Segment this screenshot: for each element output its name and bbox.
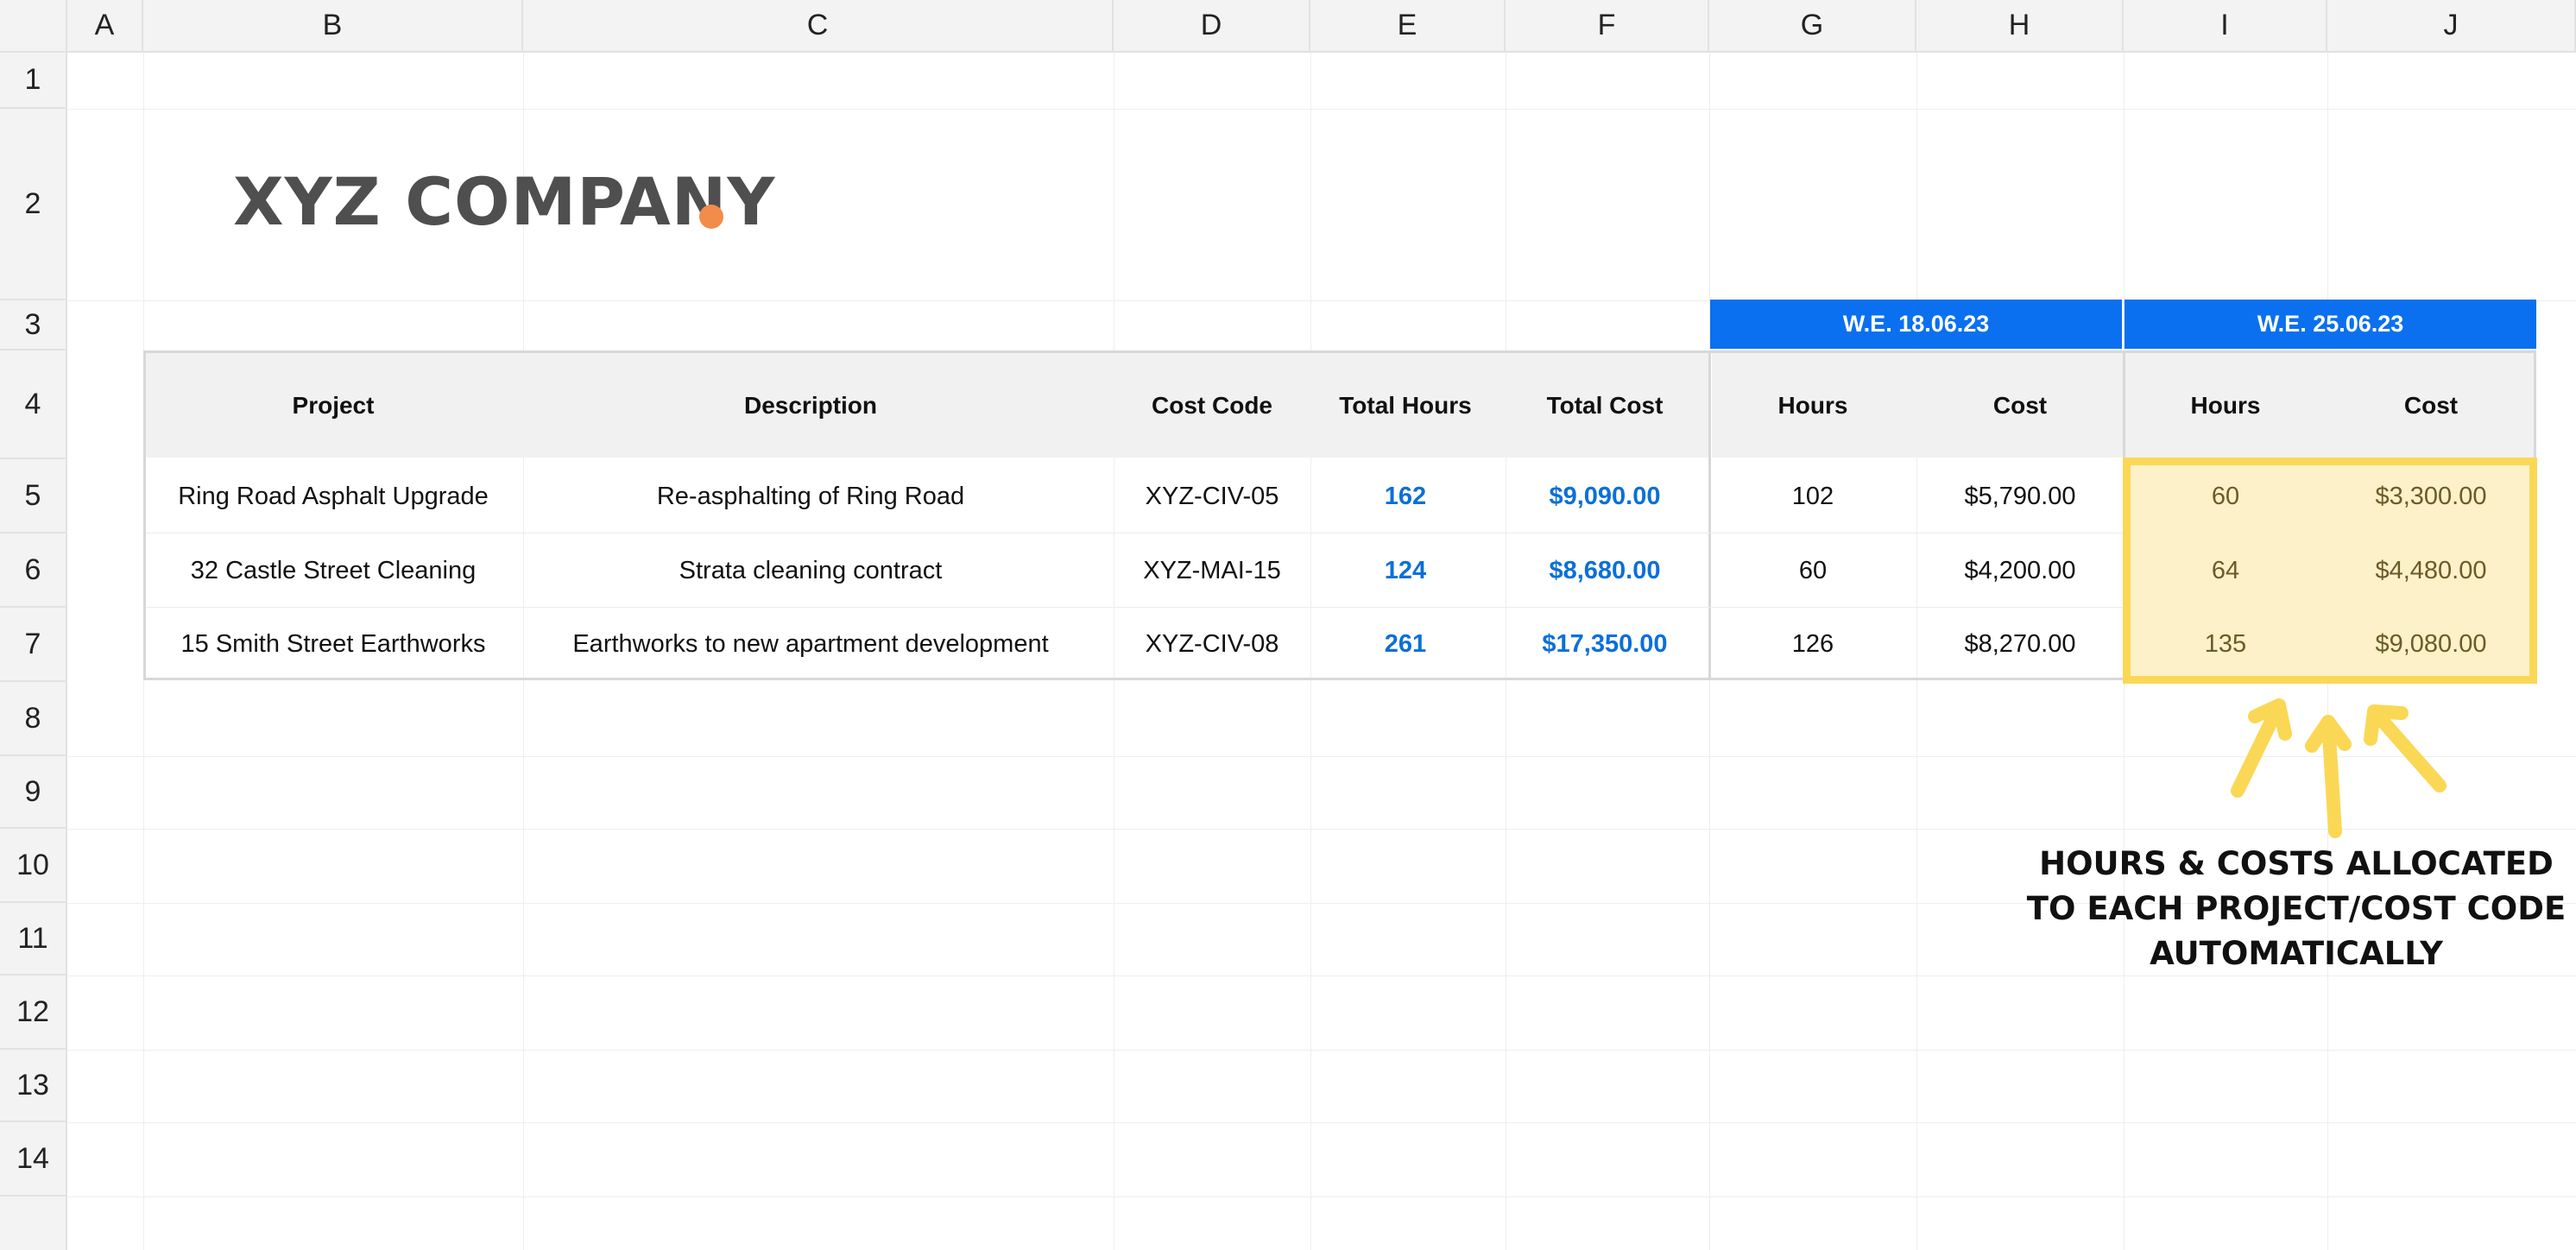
row-header-4[interactable]: 4 [0, 350, 67, 459]
header-cost-code[interactable]: Cost Code [1114, 353, 1310, 458]
header-project[interactable]: Project [143, 353, 523, 458]
cell-cost-code[interactable]: XYZ-CIV-05 [1114, 459, 1310, 533]
header-description[interactable]: Description [523, 353, 1098, 458]
row-header-12[interactable]: 12 [0, 975, 67, 1050]
column-header-f[interactable]: F [1506, 0, 1709, 53]
row-header-5[interactable]: 5 [0, 459, 67, 533]
row-header-2[interactable]: 2 [0, 109, 67, 300]
row-header-14[interactable]: 14 [0, 1122, 67, 1196]
cell-description[interactable]: Strata cleaning contract [523, 533, 1098, 608]
cell-project[interactable]: 15 Smith Street Earthworks [143, 608, 523, 680]
row-header-1[interactable]: 1 [0, 53, 67, 109]
cell-cost-code[interactable]: XYZ-CIV-08 [1114, 608, 1310, 680]
header-week2-cost[interactable]: Cost [2327, 353, 2535, 458]
gridline [67, 1122, 2576, 1123]
gridline [67, 1050, 2576, 1051]
gridline [67, 1196, 2576, 1197]
arrow-up-left-icon [2231, 698, 2292, 798]
gridline [67, 756, 2576, 757]
annotation-text: HOURS & COSTS ALLOCATED TO EACH PROJECT/… [2003, 842, 2576, 976]
cell-week1-cost[interactable]: $8,270.00 [1916, 608, 2124, 680]
row-header-10[interactable]: 10 [0, 829, 67, 903]
cell-total-cost[interactable]: $17,350.00 [1506, 608, 1704, 680]
row-header-6[interactable]: 6 [0, 533, 67, 608]
cell-week1-cost[interactable]: $5,790.00 [1916, 459, 2124, 533]
company-logo: XYZ COMPANY [233, 163, 776, 240]
column-header-g[interactable]: G [1709, 0, 1916, 53]
annotation-line: TO EACH PROJECT/COST CODE [2026, 890, 2567, 927]
cell-week1-hours[interactable]: 60 [1709, 533, 1916, 608]
logo-dot [699, 205, 723, 229]
cell-project[interactable]: 32 Castle Street Cleaning [143, 533, 523, 608]
highlight-box [2123, 458, 2537, 684]
header-total-cost[interactable]: Total Cost [1506, 353, 1704, 458]
cell-week1-cost[interactable]: $4,200.00 [1916, 533, 2124, 608]
cell-description[interactable]: Re-asphalting of Ring Road [523, 459, 1098, 533]
annotation-line: HOURS & COSTS ALLOCATED [2039, 845, 2554, 882]
header-week1-hours[interactable]: Hours [1709, 353, 1916, 458]
cell-week1-hours[interactable]: 102 [1709, 459, 1916, 533]
spreadsheet: A B C D E F G H I J 1 2 3 4 5 6 7 8 9 10… [0, 0, 2576, 1250]
arrow-up-right-icon [2364, 704, 2447, 792]
row-header-11[interactable]: 11 [0, 903, 67, 975]
cell-total-cost[interactable]: $9,090.00 [1506, 459, 1704, 533]
cell-total-hours[interactable]: 162 [1310, 459, 1500, 533]
column-header-c[interactable]: C [523, 0, 1114, 53]
cell-week1-hours[interactable]: 126 [1709, 608, 1916, 680]
cell-description[interactable]: Earthworks to new apartment development [523, 608, 1098, 680]
column-header-e[interactable]: E [1310, 0, 1506, 53]
column-header-d[interactable]: D [1114, 0, 1310, 53]
row-header-3[interactable]: 3 [0, 300, 67, 350]
row-header-8[interactable]: 8 [0, 682, 67, 756]
arrow-icons [2231, 698, 2447, 838]
column-header-i[interactable]: I [2124, 0, 2327, 53]
gridline [67, 109, 2576, 110]
row-header-blank [0, 1196, 67, 1250]
annotation-line: AUTOMATICALLY [2150, 935, 2443, 972]
header-total-hours[interactable]: Total Hours [1310, 353, 1500, 458]
arrow-up-icon [2305, 715, 2352, 838]
select-all-corner[interactable] [0, 0, 67, 53]
cell-project[interactable]: Ring Road Asphalt Upgrade [143, 459, 523, 533]
cell-total-cost[interactable]: $8,680.00 [1506, 533, 1704, 608]
column-header-a[interactable]: A [67, 0, 143, 53]
gridline [67, 829, 2576, 830]
column-header-h[interactable]: H [1916, 0, 2124, 53]
row-header-9[interactable]: 9 [0, 756, 67, 829]
cell-total-hours[interactable]: 261 [1310, 608, 1500, 680]
row-header-7[interactable]: 7 [0, 608, 67, 682]
header-week2-hours[interactable]: Hours [2124, 353, 2327, 458]
column-header-j[interactable]: J [2327, 0, 2576, 53]
header-week1-cost[interactable]: Cost [1916, 353, 2124, 458]
column-header-b[interactable]: B [143, 0, 523, 53]
cell-total-hours[interactable]: 124 [1310, 533, 1500, 608]
week-banner-2[interactable]: W.E. 25.06.23 [2125, 300, 2536, 349]
row-header-13[interactable]: 13 [0, 1050, 67, 1122]
week-banner-1[interactable]: W.E. 18.06.23 [1710, 300, 2122, 349]
cell-cost-code[interactable]: XYZ-MAI-15 [1114, 533, 1310, 608]
